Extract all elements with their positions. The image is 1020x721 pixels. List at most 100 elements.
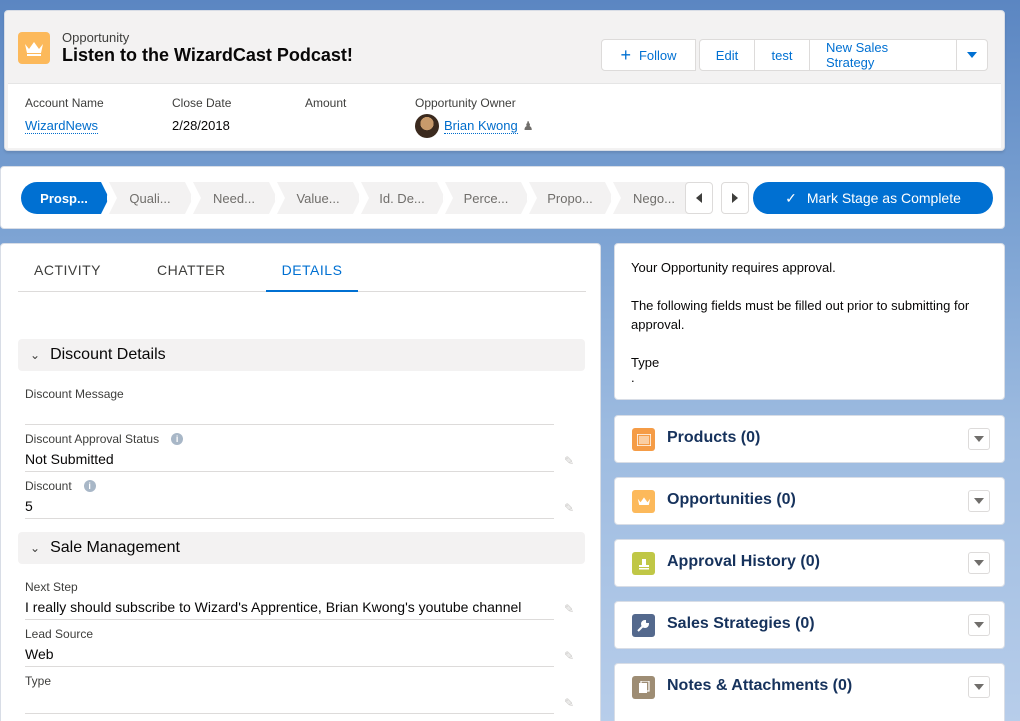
field-label: Lead Source — [25, 627, 94, 641]
close-date-value: 2/28/2018 — [172, 118, 230, 133]
owner-label: Opportunity Owner — [415, 96, 516, 110]
crown-icon — [632, 490, 655, 513]
field-label: Discount Message — [25, 387, 124, 401]
related-list-menu-button[interactable] — [968, 676, 990, 698]
related-list-menu-button[interactable] — [968, 552, 990, 574]
related-list-menu-button[interactable] — [968, 614, 990, 636]
chevron-down-icon — [974, 498, 984, 504]
related-list-opportunities: Opportunities (0) — [614, 477, 1005, 525]
chevron-down-icon — [974, 560, 984, 566]
edit-pencil-icon[interactable]: ✎ — [564, 649, 574, 663]
notes-icon — [632, 676, 655, 699]
field-label: Discount — [25, 479, 72, 493]
path-stage-needs-analysis[interactable]: Need... — [193, 182, 277, 214]
account-name-link[interactable]: WizardNews — [25, 118, 98, 134]
tab-chatter[interactable]: CHATTER — [141, 254, 242, 292]
path-stage-perception-analysis[interactable]: Perce... — [445, 182, 529, 214]
details-card: ACTIVITY CHATTER DETAILS ⌄ Discount Deta… — [0, 243, 601, 721]
page-title: Listen to the WizardCast Podcast! — [62, 45, 353, 65]
avatar[interactable] — [415, 114, 439, 138]
more-actions-button[interactable] — [956, 39, 988, 71]
chevron-left-icon — [696, 193, 702, 203]
related-list-notes-attachments: Notes & Attachments (0) — [614, 663, 1005, 721]
plus-icon: + — [620, 45, 631, 65]
section-title: Sale Management — [50, 539, 180, 556]
record-tabs: ACTIVITY CHATTER DETAILS — [18, 254, 586, 292]
related-list-title[interactable]: Opportunities (0) — [667, 491, 796, 509]
related-list-title[interactable]: Approval History (0) — [667, 553, 820, 571]
path-stage-id-decision-makers[interactable]: Id. De... — [361, 182, 445, 214]
edit-pencil-icon[interactable]: ✎ — [564, 501, 574, 515]
path-stage-proposal[interactable]: Propo... — [529, 182, 613, 214]
info-icon[interactable]: i — [171, 433, 184, 445]
wrench-icon — [632, 614, 655, 637]
crown-icon — [18, 32, 50, 64]
related-list-title[interactable]: Products (0) — [667, 429, 760, 447]
field-value: I really should subscribe to Wizard's Ap… — [25, 599, 522, 615]
owner-link[interactable]: Brian Kwong — [444, 118, 518, 134]
approval-dot: . — [631, 370, 635, 385]
related-list-products: Products (0) — [614, 415, 1005, 463]
account-name-label: Account Name — [25, 96, 104, 110]
lead-source-field: Lead Source Web ✎ — [25, 627, 574, 667]
related-list-menu-button[interactable] — [968, 428, 990, 450]
approval-icon — [632, 552, 655, 575]
change-owner-icon[interactable]: ♟ — [523, 119, 534, 133]
field-value: Not Submitted — [25, 451, 114, 467]
field-value: 5 — [25, 498, 33, 514]
discount-message-field: Discount Message — [25, 387, 554, 425]
approval-notice: Your Opportunity requires approval. The … — [614, 243, 1005, 400]
field-label: Next Step — [25, 580, 78, 594]
info-icon[interactable]: i — [83, 480, 96, 492]
record-type: Opportunity — [62, 30, 130, 45]
section-discount-details[interactable]: ⌄ Discount Details — [18, 339, 585, 371]
owner-field: Opportunity Owner Brian Kwong ♟ — [415, 96, 533, 138]
path-prev-button[interactable] — [685, 182, 713, 214]
related-list-sales-strategies: Sales Strategies (0) — [614, 601, 1005, 649]
next-step-field: Next Step I really should subscribe to W… — [25, 580, 574, 620]
path-stages: Prosp... Quali... Need... Value... Id. D… — [21, 182, 697, 214]
path-next-button[interactable] — [721, 182, 749, 214]
test-button[interactable]: test — [754, 39, 810, 71]
edit-button[interactable]: Edit — [699, 39, 755, 71]
related-list-approval-history: Approval History (0) — [614, 539, 1005, 587]
related-list-title[interactable]: Notes & Attachments (0) — [667, 677, 852, 695]
edit-pencil-icon[interactable]: ✎ — [564, 696, 574, 710]
account-name-field: Account Name WizardNews — [25, 96, 104, 134]
sales-path: Prosp... Quali... Need... Value... Id. D… — [0, 166, 1005, 229]
field-label: Discount Approval Status — [25, 432, 160, 446]
follow-label: Follow — [638, 47, 677, 63]
chevron-right-icon — [732, 193, 738, 203]
tab-activity[interactable]: ACTIVITY — [18, 254, 117, 292]
section-sale-management[interactable]: ⌄ Sale Management — [18, 532, 585, 564]
approval-field: Type — [631, 355, 660, 370]
discount-approval-status-field: Discount Approval Status i Not Submitted … — [25, 432, 574, 472]
record-header: Opportunity Listen to the WizardCast Pod… — [4, 10, 1005, 151]
approval-line-1: Your Opportunity requires approval. — [631, 260, 836, 275]
path-stage-prospecting[interactable]: Prosp... — [21, 182, 109, 214]
products-icon — [632, 428, 655, 451]
related-list-menu-button[interactable] — [968, 490, 990, 512]
edit-pencil-icon[interactable]: ✎ — [564, 454, 574, 468]
chevron-down-icon — [974, 684, 984, 690]
approval-line-2: The following fields must be filled out … — [631, 298, 970, 332]
close-date-field: Close Date 2/28/2018 — [172, 96, 231, 133]
field-value — [25, 693, 554, 713]
check-icon: ✓ — [785, 189, 797, 206]
type-field: Type ✎ — [25, 674, 574, 714]
path-stage-value-proposition[interactable]: Value... — [277, 182, 361, 214]
related-list-title[interactable]: Sales Strategies (0) — [667, 615, 815, 633]
action-buttons: + Follow Edit test New Sales Strategy — [601, 39, 988, 71]
tab-details[interactable]: DETAILS — [265, 254, 359, 292]
new-sales-strategy-button[interactable]: New Sales Strategy — [809, 39, 957, 71]
path-stage-qualification[interactable]: Quali... — [109, 182, 193, 214]
amount-field: Amount — [305, 96, 346, 118]
mark-stage-complete-button[interactable]: ✓ Mark Stage as Complete — [753, 182, 993, 214]
highlights-panel: Account Name WizardNews Close Date 2/28/… — [8, 83, 1001, 148]
field-value — [25, 406, 554, 426]
edit-pencil-icon[interactable]: ✎ — [564, 602, 574, 616]
follow-button[interactable]: + Follow — [601, 39, 696, 71]
chevron-down-icon — [974, 436, 984, 442]
mark-stage-label: Mark Stage as Complete — [806, 190, 961, 206]
chevron-down-icon: ⌄ — [30, 541, 41, 555]
